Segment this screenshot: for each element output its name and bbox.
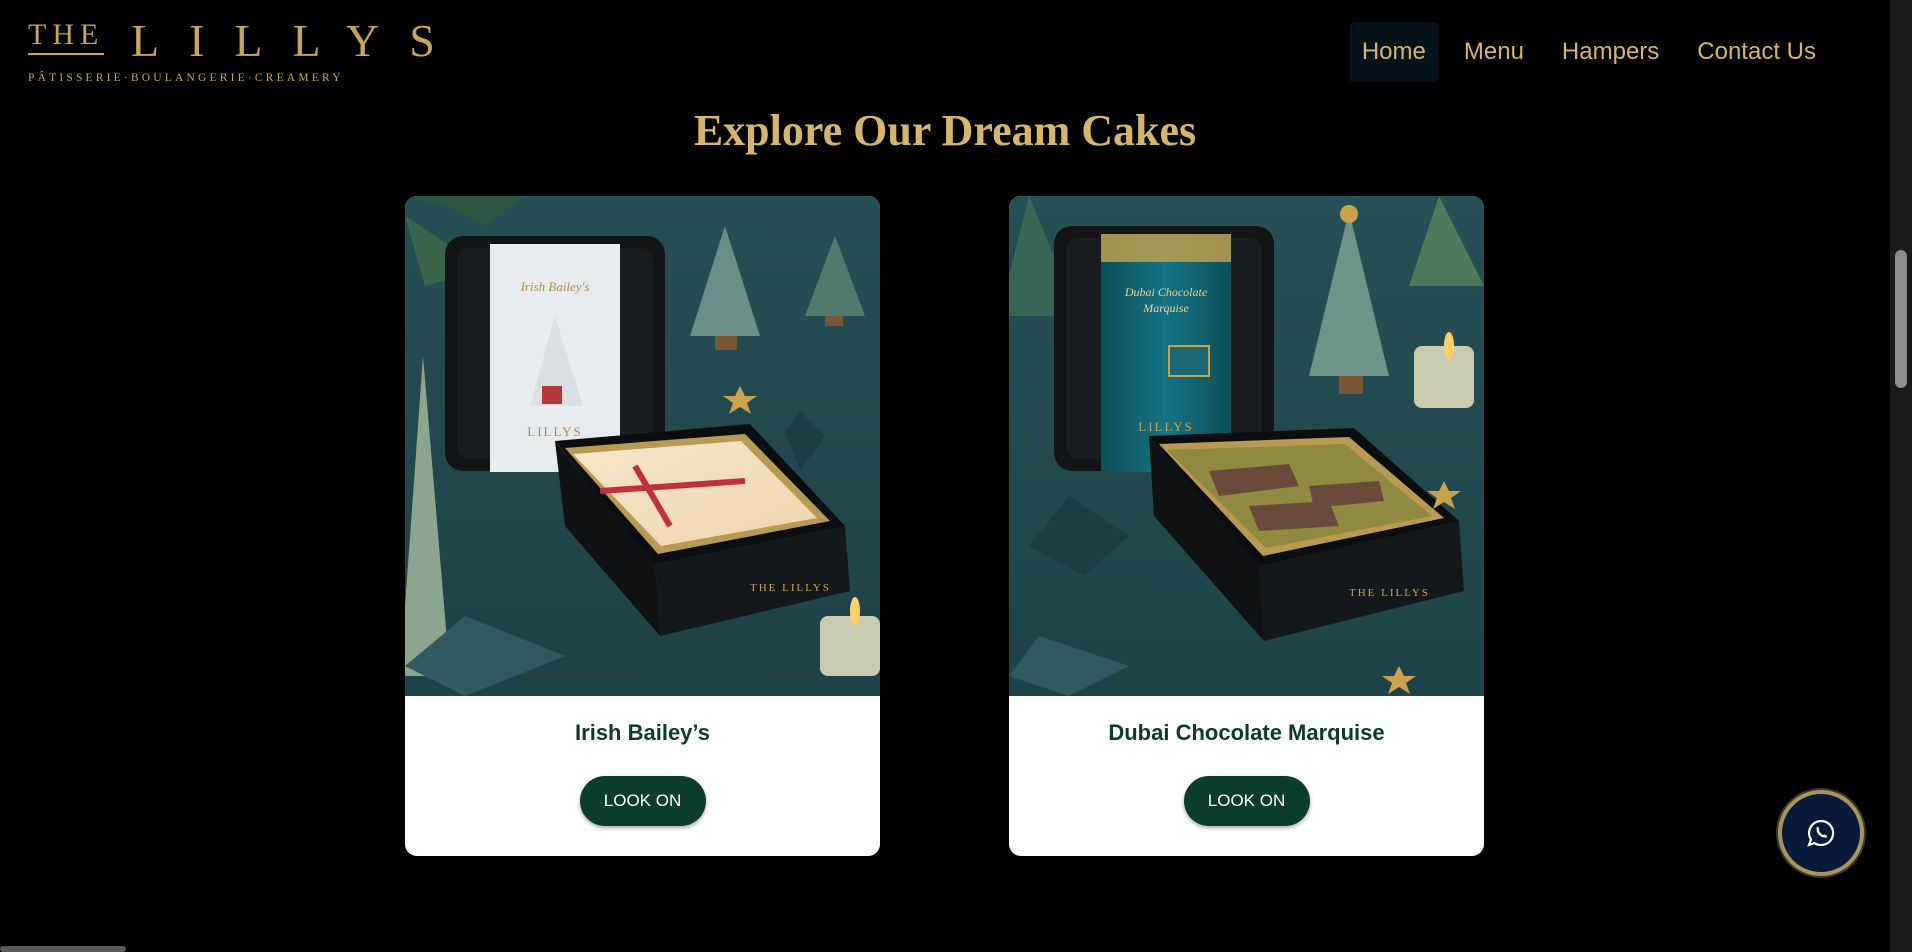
brand-logo[interactable]: THE LILLYS PÂTISSERIE·BOULANGERIE·CREAME… [28, 18, 435, 88]
sleeve-brand-irish: LILLYS [527, 424, 582, 439]
horizontal-scrollbar[interactable] [0, 946, 126, 952]
tin-brand-irish: THE LILLYS [750, 582, 831, 594]
logo-name: LILLYS [131, 15, 465, 66]
tin-brand-dubai: THE LILLYS [1349, 587, 1430, 599]
product-image-irish-baileys[interactable]: Irish Bailey's LILLYS THE LILLYS [405, 196, 880, 696]
product-title: Dubai Chocolate Marquise [1108, 720, 1385, 745]
logo-tagline: PÂTISSERIE·BOULANGERIE·CREAMERY [28, 72, 344, 84]
section-title: Explore Our Dream Cakes [693, 106, 1197, 155]
product-card-dubai-chocolate-marquise: Dubai Chocolate Marquise LILLYS THE LILL… [1009, 196, 1484, 856]
sleeve-text-dubai-2: Marquise [1142, 301, 1189, 315]
nav-home[interactable]: Home [1349, 22, 1438, 82]
product-card-irish-baileys: Irish Bailey's LILLYS THE LILLYS Irish B… [405, 196, 880, 856]
look-on-button[interactable]: LOOK ON [1183, 776, 1310, 826]
sleeve-brand-dubai: LILLYS [1138, 419, 1193, 434]
logo-the: THE [28, 18, 105, 51]
scrollbar-thumb[interactable] [1895, 250, 1907, 388]
sleeve-text-irish: Irish Bailey's [520, 279, 590, 294]
look-on-button[interactable]: LOOK ON [579, 776, 706, 826]
nav-contact-us[interactable]: Contact Us [1685, 22, 1828, 82]
whatsapp-button[interactable] [1778, 790, 1864, 876]
nav-hampers[interactable]: Hampers [1550, 22, 1671, 82]
vertical-scrollbar[interactable] [1890, 0, 1912, 952]
main-nav: Home Menu Hampers Contact Us [1349, 22, 1828, 82]
logo-underline [28, 53, 104, 55]
product-image-dubai-chocolate-marquise[interactable]: Dubai Chocolate Marquise LILLYS THE LILL… [1009, 196, 1484, 696]
nav-menu[interactable]: Menu [1452, 22, 1536, 82]
site-header: THE LILLYS PÂTISSERIE·BOULANGERIE·CREAME… [0, 0, 1890, 105]
sleeve-text-dubai-1: Dubai Chocolate [1124, 285, 1208, 299]
product-title: Irish Bailey’s [575, 720, 710, 745]
whatsapp-icon [1807, 819, 1835, 847]
